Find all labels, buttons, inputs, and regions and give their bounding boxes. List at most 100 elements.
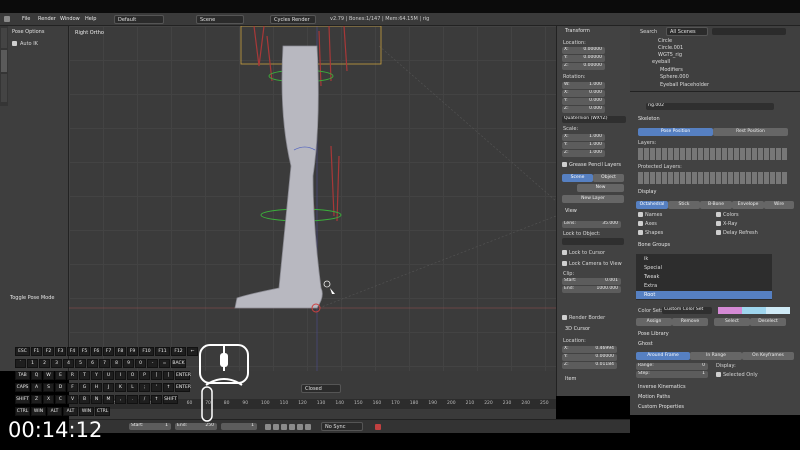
3d-cursor-header[interactable]: 3D Cursor (565, 326, 590, 332)
transform-header[interactable]: Transform (565, 28, 590, 34)
rotation-mode-select[interactable]: Quaternion (WXYZ) (562, 116, 626, 123)
rot-w-field[interactable]: W: 1.000 (562, 82, 605, 89)
rot-x-field[interactable]: X: 0.000 (562, 90, 605, 97)
auto-ik-checkbox[interactable] (12, 41, 17, 46)
jump-start-icon[interactable] (265, 424, 271, 430)
cursor-y-field[interactable]: Y: 0.00000 (562, 354, 617, 361)
loc-x-field[interactable]: X: 0.00000 (562, 47, 605, 54)
character-leg-model[interactable] (69, 26, 556, 371)
rot-z-field[interactable]: Z: 0.000 (562, 106, 605, 113)
select-button[interactable]: Select (714, 318, 750, 326)
wire-button[interactable]: Wire (764, 201, 794, 209)
names-checkbox[interactable] (638, 212, 643, 217)
stick-button[interactable]: Stick (668, 201, 700, 209)
bone-group-item[interactable]: ik (644, 256, 648, 262)
outliner-row[interactable]: Eyeball Placeholder (660, 82, 709, 88)
pose-options-header[interactable]: Pose Options (12, 29, 44, 35)
skeleton-header[interactable]: Skeleton (638, 116, 660, 122)
bone-group-item[interactable]: Tweak (644, 274, 659, 280)
outliner-search-input[interactable] (712, 28, 786, 35)
jump-end-icon[interactable] (305, 424, 311, 430)
gp-new-button[interactable]: New (577, 184, 624, 192)
cursor-x-field[interactable]: X: 0.46994 (562, 346, 617, 353)
tab-tools[interactable] (1, 28, 7, 48)
loc-z-field[interactable]: Z: 0.00000 (562, 63, 605, 70)
bone-group-item[interactable]: Extra (644, 283, 657, 289)
bone-groups-list[interactable]: ik Special Tweak Extra Root (636, 254, 772, 300)
scene-select[interactable]: Scene (196, 15, 244, 24)
outliner-row[interactable]: Circle.001 (658, 45, 683, 51)
3d-viewport[interactable]: Right Ortho (69, 26, 556, 371)
outliner-row[interactable]: Circle (658, 38, 672, 44)
prev-key-icon[interactable] (273, 424, 279, 430)
around-frame-button[interactable]: Around Frame (636, 352, 690, 360)
layout-select[interactable]: Default (114, 15, 164, 24)
grease-pencil-header[interactable]: Grease Pencil Layers (569, 162, 621, 168)
scale-z-field[interactable]: Z: 1.000 (562, 150, 605, 157)
end-frame-field[interactable]: End: 250 (175, 423, 217, 430)
sync-select[interactable]: No Sync (321, 422, 363, 431)
on-keyframes-button[interactable]: On Keyframes (742, 352, 794, 360)
bone-group-item-selected[interactable]: Root (644, 292, 655, 298)
tab-grease-pencil[interactable] (1, 74, 7, 102)
bone-group-item[interactable]: Special (644, 265, 662, 271)
protected-layers-grid[interactable] (638, 172, 788, 184)
clip-start-field[interactable]: Start: 0.001 (562, 278, 621, 285)
ghost-range-field[interactable]: Range: 0 (636, 363, 708, 370)
editor-type-icon[interactable] (4, 16, 10, 22)
lock-camera-checkbox[interactable] (562, 261, 567, 266)
rest-position-button[interactable]: Rest Position (713, 128, 788, 136)
next-key-icon[interactable] (297, 424, 303, 430)
pose-library-header[interactable]: Pose Library (638, 331, 669, 337)
ghost-header[interactable]: Ghost (638, 341, 653, 347)
item-header[interactable]: Item (565, 376, 576, 382)
cursor-z-field[interactable]: Z: 0.01184 (562, 362, 617, 369)
color-swatch-active[interactable] (766, 307, 790, 314)
render-engine-select[interactable]: Cycles Render (270, 15, 316, 24)
rot-y-field[interactable]: Y: 0.000 (562, 98, 605, 105)
menu-window[interactable]: Window (60, 16, 80, 22)
menu-file[interactable]: File (22, 16, 30, 22)
gp-scene-button[interactable]: Scene (562, 174, 593, 182)
outliner-row[interactable]: Modifiers (660, 67, 683, 73)
keying-set-select[interactable]: Closed (301, 384, 341, 393)
color-swatch-select[interactable] (742, 307, 766, 314)
octahedral-button[interactable]: Octahedral (636, 201, 668, 209)
current-frame-field[interactable]: 1 (221, 423, 257, 430)
outliner-row[interactable]: eyeball (652, 59, 670, 65)
outliner-row[interactable]: Sphere.000 (660, 74, 689, 80)
xray-checkbox[interactable] (716, 221, 721, 226)
tab-options[interactable] (1, 50, 7, 72)
colors-checkbox[interactable] (716, 212, 721, 217)
remove-button[interactable]: Remove (672, 318, 708, 326)
lens-field[interactable]: Lens: 35.000 (562, 221, 621, 228)
display-header[interactable]: Display (638, 189, 656, 195)
gp-object-button[interactable]: Object (593, 174, 624, 182)
envelope-button[interactable]: Envelope (732, 201, 764, 209)
shapes-checkbox[interactable] (638, 230, 643, 235)
scale-y-field[interactable]: Y: 1.000 (562, 142, 605, 149)
menu-render[interactable]: Render (38, 16, 56, 22)
scale-x-field[interactable]: X: 1.000 (562, 134, 605, 141)
armature-name-field[interactable]: rig.002 (646, 103, 774, 110)
render-border-checkbox[interactable] (562, 315, 567, 320)
record-icon[interactable] (375, 424, 381, 430)
gp-new-layer-button[interactable]: New Layer (562, 195, 624, 203)
axes-checkbox[interactable] (638, 221, 643, 226)
loc-y-field[interactable]: Y: 0.00000 (562, 55, 605, 62)
outliner-row[interactable]: WGT5_rig (658, 52, 682, 58)
bbone-button[interactable]: B-Bone (700, 201, 732, 209)
toggle-pose-mode[interactable]: Toggle Pose Mode (10, 295, 54, 301)
assign-button[interactable]: Assign (636, 318, 672, 326)
outliner-scene-filter[interactable]: All Scenes (666, 27, 708, 36)
lock-cursor-checkbox[interactable] (562, 250, 567, 255)
selected-only-checkbox[interactable] (716, 372, 721, 377)
color-set-select[interactable]: Custom Color Set (662, 307, 712, 314)
play-icon[interactable] (289, 424, 295, 430)
custom-properties-header[interactable]: Custom Properties (638, 404, 684, 410)
play-reverse-icon[interactable] (281, 424, 287, 430)
view-header[interactable]: View (565, 208, 577, 214)
delay-refresh-checkbox[interactable] (716, 230, 721, 235)
clip-end-field[interactable]: End: 1000.000 (562, 286, 621, 293)
in-range-button[interactable]: In Range (690, 352, 742, 360)
